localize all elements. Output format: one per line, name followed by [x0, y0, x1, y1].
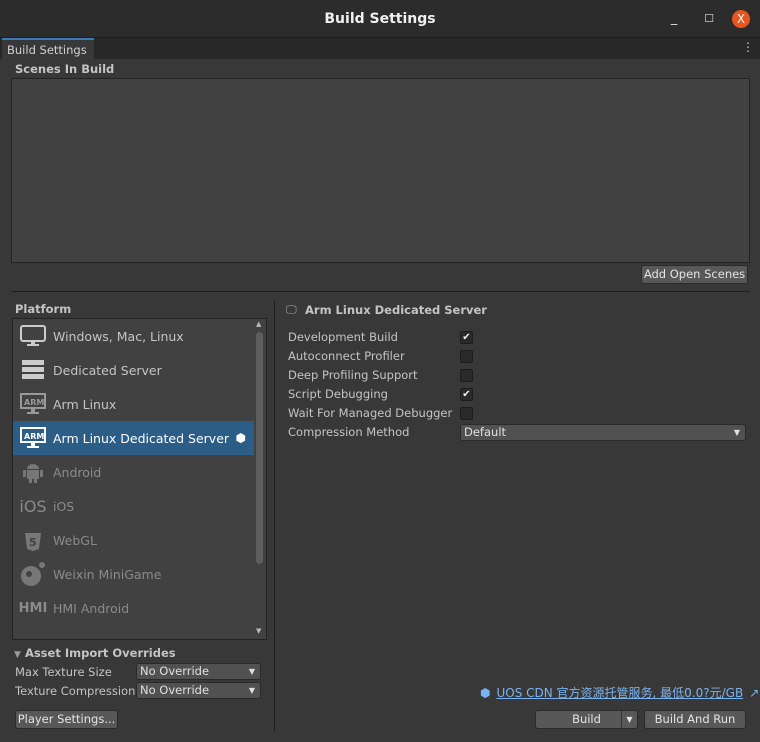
scrollbar-thumb[interactable]: [256, 332, 263, 564]
scroll-down-icon[interactable]: ▼: [256, 627, 261, 635]
vertical-divider: [274, 300, 275, 732]
platform-label: Platform: [15, 302, 72, 316]
divider: [11, 291, 750, 292]
platform-list: Windows, Mac, Linux Dedicated Server ARM…: [12, 318, 267, 640]
max-texture-size-dropdown[interactable]: No Override ▼: [136, 663, 261, 680]
platform-label: Arm Linux: [53, 396, 117, 412]
platform-item-windows-mac-linux[interactable]: Windows, Mac, Linux: [13, 319, 254, 353]
ios-icon: iOS: [19, 496, 47, 516]
texture-compression-label: Texture Compression: [15, 684, 136, 698]
active-platform-icon: ⬢: [235, 431, 246, 445]
script-debugging-checkbox[interactable]: ✔: [460, 388, 473, 401]
platform-label: HMI Android: [53, 600, 130, 616]
uos-cube-icon: ⬢: [480, 685, 491, 700]
chevron-down-icon: ▼: [733, 428, 740, 437]
platform-item-ios[interactable]: iOS iOS: [13, 489, 254, 523]
foldout-arrow-icon: ▼: [14, 650, 21, 660]
foldout-label: Asset Import Overrides: [24, 646, 176, 660]
svg-text:ARM: ARM: [24, 398, 44, 407]
build-and-run-button[interactable]: Build And Run: [644, 710, 746, 729]
platform-item-dedicated-server[interactable]: Dedicated Server: [13, 353, 254, 387]
platform-item-arm-linux[interactable]: ARM Arm Linux: [13, 387, 254, 421]
platform-label: WebGL: [53, 532, 97, 548]
monitor-icon: [19, 325, 47, 347]
uos-cdn-link[interactable]: ⬢ UOS CDN 官方资源托管服务, 最低0.0?元/GB ↗: [480, 684, 759, 701]
scenes-label: Scenes In Build: [15, 62, 115, 76]
svg-text:ARM: ARM: [24, 432, 44, 441]
arm-icon: ARM: [19, 393, 47, 415]
hmi-icon: HMI: [18, 600, 48, 616]
link-text: UOS CDN 官方资源托管服务, 最低0.0?元/GB: [496, 686, 744, 700]
tab-build-settings[interactable]: Build Settings: [2, 38, 94, 59]
platform-item-hmi-android[interactable]: HMI HMI Android: [13, 591, 254, 625]
platform-label: Weixin MiniGame: [53, 566, 162, 582]
scenes-list[interactable]: [11, 78, 750, 263]
server-icon: [19, 359, 47, 381]
script-debugging-label: Script Debugging: [288, 387, 388, 401]
platform-item-webgl[interactable]: 5 WebGL: [13, 523, 254, 557]
development-build-label: Development Build: [288, 330, 398, 344]
html5-icon: 5: [19, 529, 47, 551]
autoconnect-profiler-checkbox[interactable]: [460, 350, 473, 363]
monitor-icon: 🖵: [286, 303, 297, 316]
scroll-up-icon[interactable]: ▲: [256, 320, 261, 328]
platform-label: Android: [53, 464, 102, 480]
android-icon: [19, 461, 47, 483]
platform-label: Dedicated Server: [53, 362, 162, 378]
weixin-icon: [19, 562, 47, 586]
platform-label: Arm Linux Dedicated Server: [53, 430, 230, 446]
dropdown-value: Default: [464, 425, 507, 439]
maximize-button[interactable]: ☐: [700, 10, 718, 28]
texture-compression-dropdown[interactable]: No Override ▼: [136, 682, 261, 699]
autoconnect-profiler-label: Autoconnect Profiler: [288, 349, 405, 363]
arm-icon: ARM: [19, 427, 47, 449]
dropdown-value: No Override: [140, 683, 210, 697]
external-link-icon: ↗: [749, 685, 760, 700]
build-options-dropdown-icon[interactable]: ▼: [621, 711, 637, 728]
compression-method-dropdown[interactable]: Default ▼: [460, 424, 746, 441]
asset-import-overrides-foldout[interactable]: ▼ Asset Import Overrides: [14, 646, 176, 660]
compression-method-label: Compression Method: [288, 425, 410, 439]
platform-label: iOS: [53, 498, 75, 514]
platform-item-weixin-minigame[interactable]: Weixin MiniGame: [13, 557, 254, 591]
add-open-scenes-button[interactable]: Add Open Scenes: [641, 265, 748, 284]
svg-text:5: 5: [29, 536, 37, 549]
player-settings-button[interactable]: Player Settings...: [15, 710, 118, 729]
build-button[interactable]: Build ▼: [535, 710, 638, 729]
wait-debugger-label: Wait For Managed Debugger: [288, 406, 453, 420]
platform-item-arm-linux-dedicated-server[interactable]: ARM Arm Linux Dedicated Server ⬢: [13, 421, 254, 455]
deep-profiling-label: Deep Profiling Support: [288, 368, 418, 382]
wait-debugger-checkbox[interactable]: [460, 407, 473, 420]
settings-title: Arm Linux Dedicated Server: [305, 303, 487, 317]
window-title: Build Settings: [324, 11, 436, 27]
chevron-down-icon: ▼: [248, 667, 255, 676]
max-texture-size-label: Max Texture Size: [15, 665, 112, 679]
minimize-button[interactable]: _: [665, 10, 683, 28]
deep-profiling-checkbox[interactable]: [460, 369, 473, 382]
platform-label: Windows, Mac, Linux: [53, 328, 184, 344]
more-menu-icon[interactable]: ⋮: [742, 40, 754, 54]
dropdown-value: No Override: [140, 664, 210, 678]
tab-strip: [0, 38, 760, 59]
build-label: Build: [572, 712, 601, 726]
close-button[interactable]: X: [732, 10, 750, 28]
chevron-down-icon: ▼: [248, 686, 255, 695]
development-build-checkbox[interactable]: ✔: [460, 331, 473, 344]
platform-item-android[interactable]: Android: [13, 455, 254, 489]
